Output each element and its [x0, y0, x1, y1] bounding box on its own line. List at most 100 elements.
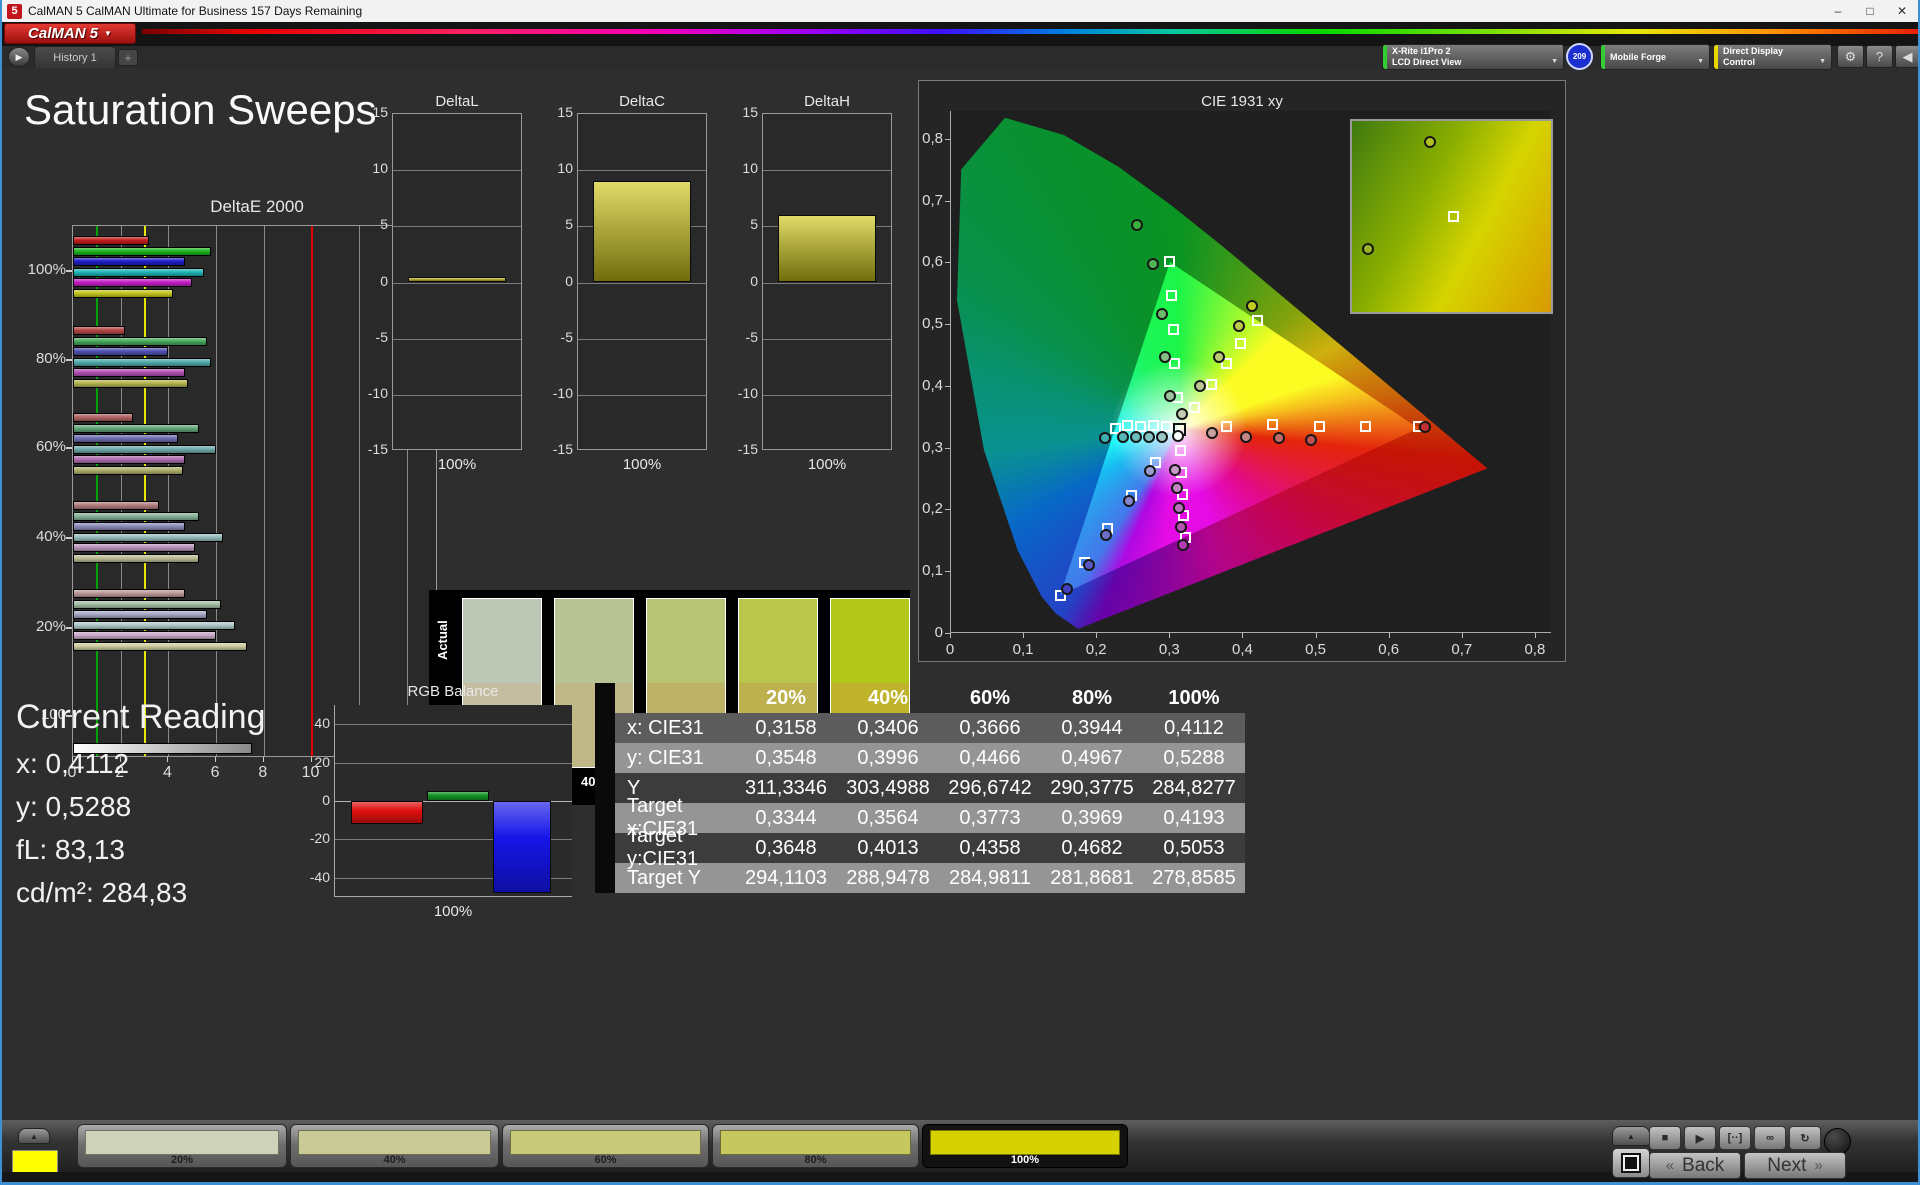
close-button[interactable]: ✕ — [1886, 0, 1918, 22]
gridline — [393, 170, 521, 172]
measured-point-magenta — [1176, 539, 1189, 552]
reference-line — [143, 226, 146, 756]
axis-tick — [66, 537, 72, 539]
group-label: 60% — [35, 438, 66, 455]
transport-collapse-button[interactable]: ▲ — [1612, 1126, 1650, 1146]
continuous-measure-button[interactable]: ∞ — [1754, 1126, 1786, 1150]
measured-point-green — [1155, 308, 1168, 321]
status-indicator — [1824, 1128, 1851, 1155]
tab-history-1[interactable]: History 1 — [34, 46, 116, 68]
back-button[interactable]: « Back — [1649, 1152, 1741, 1179]
measured-point-red — [1418, 420, 1431, 433]
maximize-button[interactable]: □ — [1854, 0, 1886, 22]
collapse-up-button[interactable]: ▲ — [18, 1128, 50, 1144]
deltac-plot — [577, 113, 707, 450]
level-button-80%[interactable]: 80% — [712, 1124, 919, 1168]
axis-tick — [945, 385, 950, 387]
measured-point-blue — [1122, 495, 1135, 508]
deltae-bar — [73, 368, 186, 377]
table-cell: 303,4988 — [846, 776, 930, 799]
deltae-bar — [73, 378, 188, 388]
refresh-button[interactable]: ↻ — [1789, 1126, 1821, 1150]
measured-point-white — [1171, 430, 1184, 443]
level-button-60%[interactable]: 60% — [502, 1124, 709, 1168]
settings-button[interactable]: ⚙ — [1837, 45, 1864, 68]
target-point-red — [1267, 419, 1279, 431]
y-tick-label: -10 — [737, 384, 758, 401]
deltae-bar — [73, 278, 193, 287]
tab-row: ▶ History 1 + X-Rite i1Pro 2 LCD Direct … — [2, 43, 1918, 70]
measure-range-button[interactable]: [··] — [1719, 1126, 1751, 1150]
y-tick-label: -10 — [367, 384, 388, 401]
level-button-100%[interactable]: 100% — [922, 1124, 1128, 1168]
measured-point-blue — [1143, 465, 1156, 478]
y-tick-label: -15 — [367, 441, 388, 457]
axis-tick — [1388, 633, 1390, 638]
rgb-bar — [493, 801, 551, 894]
back-label: Back — [1682, 1154, 1725, 1176]
chevron-down-icon: ▼ — [1819, 58, 1826, 65]
x-tick-label: 0,2 — [1085, 641, 1107, 658]
measured-point-cyan — [1116, 431, 1129, 444]
deltae-bar — [73, 610, 207, 619]
delta-bar — [593, 181, 691, 283]
x-tick-label: 0 — [945, 641, 955, 658]
actual-swatch — [554, 598, 634, 683]
table-cell: 288,9478 — [846, 866, 930, 889]
play-button[interactable]: ▶ — [1684, 1126, 1716, 1150]
target-point-red — [1360, 421, 1372, 433]
help-button[interactable]: ? — [1866, 45, 1893, 68]
y-tick-label: -10 — [552, 384, 573, 401]
actual-swatch — [738, 598, 818, 683]
level-swatch — [720, 1130, 911, 1155]
deltae-bar — [73, 522, 186, 531]
rgb-balance-xlabel: 100% — [433, 903, 473, 920]
next-button[interactable]: Next » — [1744, 1152, 1846, 1179]
level-button-20%[interactable]: 20% — [77, 1124, 287, 1168]
table-cell: 0,4193 — [1163, 806, 1225, 829]
deltae-bar — [73, 444, 217, 454]
level-label: 80% — [804, 1154, 827, 1166]
collapse-panel-button[interactable]: ◀ — [1895, 45, 1918, 68]
table-cell: 296,6742 — [948, 776, 1032, 799]
gridline — [216, 226, 218, 756]
row-label: x: CIE31 — [627, 716, 704, 739]
measured-point-blue — [1060, 582, 1073, 595]
x-tick-label: 0,7 — [1451, 641, 1473, 658]
table-cell: 284,9811 — [949, 866, 1031, 889]
x-tick-label: 0,6 — [1378, 641, 1400, 658]
x-tick-label: 6 — [210, 764, 220, 781]
stop-large-button[interactable] — [1612, 1148, 1650, 1178]
help-icon: ? — [1875, 49, 1884, 64]
add-tab-button[interactable]: + — [118, 49, 138, 66]
level-label: 20% — [170, 1154, 194, 1166]
axis-tick — [1169, 633, 1171, 638]
axis-tick — [167, 757, 169, 762]
level-button-40%[interactable]: 40% — [290, 1124, 499, 1168]
gridline — [578, 338, 706, 340]
calman-logo-button[interactable]: CalMAN 5 ▼ — [4, 23, 136, 44]
display-control-selector[interactable]: Direct Display Control ▼ — [1713, 44, 1832, 70]
axis-tick — [945, 200, 950, 202]
y-tick-label: 5 — [380, 216, 388, 233]
deltae-bar — [73, 599, 221, 609]
inset-measured-point — [1361, 243, 1374, 256]
table-cell: 0,5288 — [1163, 746, 1225, 769]
minimize-button[interactable]: – — [1822, 0, 1854, 22]
actual-row-label: Actual — [435, 620, 450, 661]
measured-point-cyan — [1129, 430, 1142, 443]
workflow-nav-button[interactable]: ▶ — [8, 47, 30, 67]
table-cell: 0,3648 — [755, 836, 817, 859]
meter-selector[interactable]: X-Rite i1Pro 2 LCD Direct View ▼ — [1382, 44, 1564, 70]
gridline — [120, 226, 122, 756]
table-row: Target Y 294,1103 288,9478 284,9811 281,8681… — [595, 863, 1245, 893]
deltae-bar — [73, 413, 133, 422]
deltae-bar — [73, 553, 200, 563]
gridline — [393, 282, 521, 284]
deltal-chart: DeltaL 100% 15 10 5 0 -5 -10 -15 — [364, 85, 529, 475]
axis-tick — [945, 633, 950, 634]
measured-point-magenta — [1173, 501, 1186, 514]
stop-button[interactable]: ■ — [1649, 1126, 1681, 1150]
level-swatch — [930, 1130, 1120, 1155]
source-selector[interactable]: Mobile Forge ▼ — [1600, 44, 1710, 70]
